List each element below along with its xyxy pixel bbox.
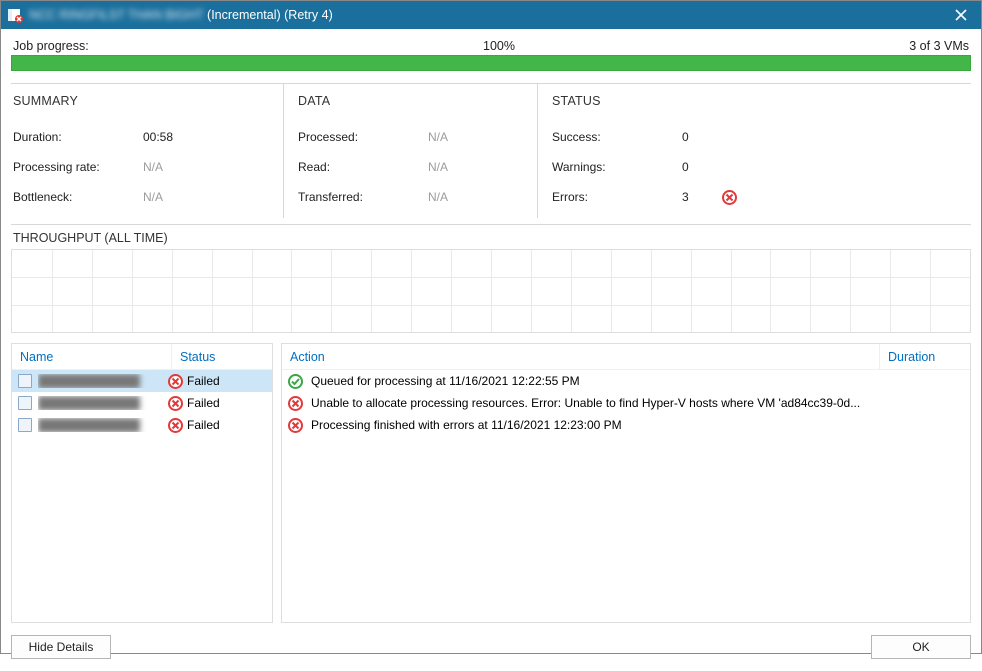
error-icon (168, 396, 183, 411)
vm-row[interactable]: ████████████ Failed (12, 414, 272, 436)
progress-header: Job progress: 100% 3 of 3 VMs (11, 39, 971, 55)
ok-button[interactable]: OK (871, 635, 971, 659)
action-text: Processing finished with errors at 11/16… (311, 418, 622, 432)
stat-value: N/A (143, 190, 163, 204)
progress-percent: 100% (483, 39, 515, 53)
stat-label: Warnings: (552, 160, 682, 174)
action-log-header: Action Duration (282, 344, 970, 370)
data-column: DATA Processed:N/ARead:N/ATransferred:N/… (283, 84, 537, 218)
vm-icon (18, 374, 32, 388)
stat-row: Warnings:0 (552, 152, 957, 182)
action-list[interactable]: Queued for processing at 11/16/2021 12:2… (282, 370, 970, 622)
progress-bar (11, 55, 971, 71)
stat-value: 3 (682, 190, 722, 204)
stat-label: Processed: (298, 130, 428, 144)
error-icon (168, 418, 183, 433)
stat-row: Read:N/A (298, 152, 523, 182)
vm-name: ████████████ (38, 418, 168, 432)
vm-status-text: Failed (187, 418, 220, 432)
stat-value: N/A (143, 160, 163, 174)
vm-name: ████████████ (38, 396, 168, 410)
throughput-heading: THROUGHPUT (ALL TIME) (13, 231, 971, 245)
stat-row: Duration:00:58 (13, 122, 269, 152)
stat-value: 00:58 (143, 130, 173, 144)
stat-label: Errors: (552, 190, 682, 204)
close-icon[interactable] (947, 1, 975, 29)
throughput-chart (11, 249, 971, 333)
stat-value: 0 (682, 160, 722, 174)
success-icon (288, 374, 303, 389)
progress-label: Job progress: (13, 39, 89, 53)
progress-counter: 3 of 3 VMs (909, 39, 969, 53)
vm-status-text: Failed (187, 396, 220, 410)
error-icon (288, 418, 303, 433)
app-icon (7, 7, 23, 23)
vm-status-text: Failed (187, 374, 220, 388)
error-icon (288, 396, 303, 411)
action-text: Queued for processing at 11/16/2021 12:2… (311, 374, 580, 388)
vm-list-header: Name Status (12, 344, 272, 370)
col-duration[interactable]: Duration (880, 344, 970, 369)
stat-value: N/A (428, 190, 448, 204)
stat-value: N/A (428, 160, 448, 174)
summary-column: SUMMARY Duration:00:58Processing rate:N/… (11, 84, 283, 218)
stat-row: Bottleneck:N/A (13, 182, 269, 212)
stat-row: Success:0 (552, 122, 957, 152)
stat-label: Processing rate: (13, 160, 143, 174)
vm-row[interactable]: ████████████ Failed (12, 370, 272, 392)
data-heading: DATA (298, 94, 523, 108)
status-heading: STATUS (552, 94, 957, 108)
stat-row: Processed:N/A (298, 122, 523, 152)
action-row[interactable]: Queued for processing at 11/16/2021 12:2… (282, 370, 970, 392)
stat-label: Success: (552, 130, 682, 144)
stat-value: N/A (428, 130, 448, 144)
status-column: STATUS Success:0Warnings:0Errors:3 (537, 84, 971, 218)
summary-heading: SUMMARY (13, 94, 269, 108)
vm-icon (18, 418, 32, 432)
hide-details-button[interactable]: Hide Details (11, 635, 111, 659)
action-row[interactable]: Processing finished with errors at 11/16… (282, 414, 970, 436)
vm-name: ████████████ (38, 374, 168, 388)
vm-icon (18, 396, 32, 410)
col-name[interactable]: Name (12, 344, 172, 369)
stat-row: Errors:3 (552, 182, 957, 212)
vm-status-cell: Failed (168, 374, 220, 389)
window-title: NCC RINGFILST THAN BIGHT (Incremental) (… (29, 8, 947, 22)
vm-list-panel: Name Status ████████████Failed██████████… (11, 343, 273, 623)
vm-list[interactable]: ████████████Failed████████████Failed████… (12, 370, 272, 622)
stats-row: SUMMARY Duration:00:58Processing rate:N/… (11, 83, 971, 225)
stat-label: Read: (298, 160, 428, 174)
action-text: Unable to allocate processing resources.… (311, 396, 860, 410)
error-icon (722, 190, 737, 205)
footer: Hide Details OK (1, 623, 981, 671)
action-log-panel: Action Duration Queued for processing at… (281, 343, 971, 623)
stat-value: 0 (682, 130, 722, 144)
title-bar: NCC RINGFILST THAN BIGHT (Incremental) (… (1, 1, 981, 29)
action-row[interactable]: Unable to allocate processing resources.… (282, 392, 970, 414)
stat-label: Duration: (13, 130, 143, 144)
stat-row: Transferred:N/A (298, 182, 523, 212)
error-icon (168, 374, 183, 389)
vm-status-cell: Failed (168, 396, 220, 411)
stat-label: Transferred: (298, 190, 428, 204)
col-action[interactable]: Action (282, 344, 880, 369)
vm-row[interactable]: ████████████ Failed (12, 392, 272, 414)
col-status[interactable]: Status (172, 344, 272, 369)
stat-label: Bottleneck: (13, 190, 143, 204)
vm-status-cell: Failed (168, 418, 220, 433)
stat-row: Processing rate:N/A (13, 152, 269, 182)
